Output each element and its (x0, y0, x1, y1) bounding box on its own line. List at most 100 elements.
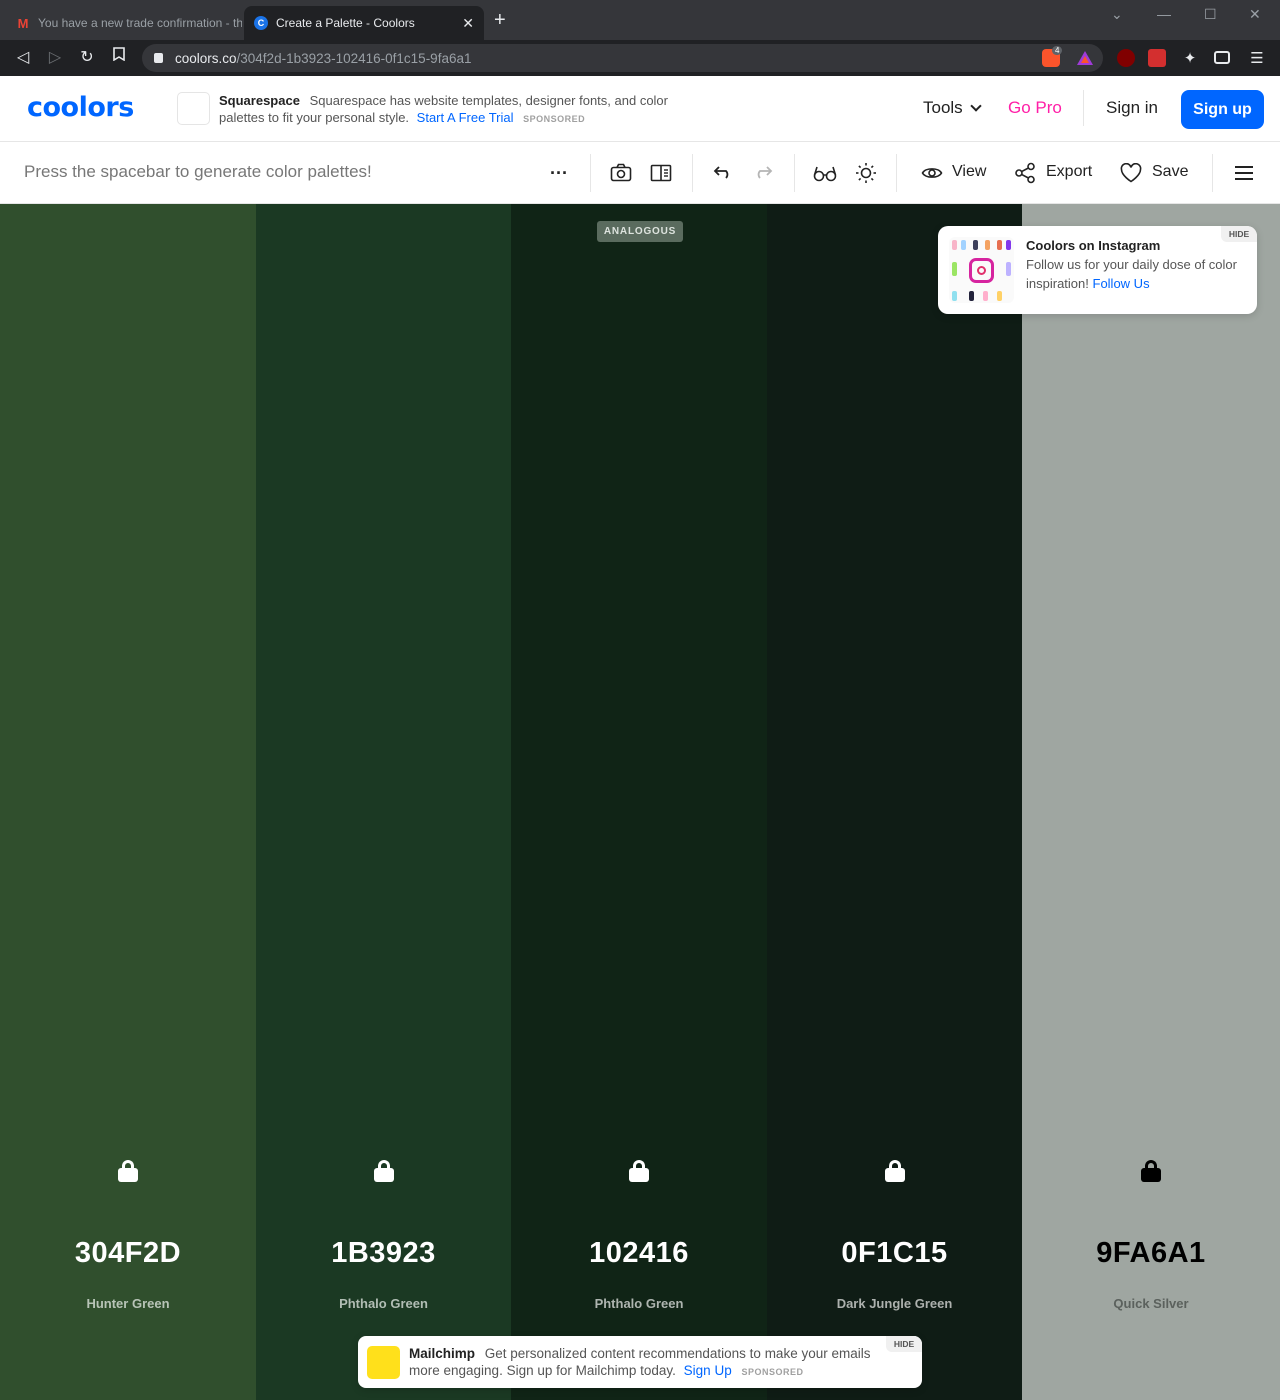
browser-address-bar: ◁ ▷ ↻ coolors.co/304f2d-1b3923-102416-0f… (0, 40, 1280, 76)
compare-view-icon[interactable] (649, 161, 673, 185)
go-pro-link[interactable]: Go Pro (1008, 98, 1062, 118)
toolbar-divider (692, 154, 693, 192)
mailchimp-logo (367, 1346, 400, 1379)
color-palette: 304F2D Hunter Green 1B3923 Phthalo Green 102… (0, 204, 1280, 1400)
undo-icon[interactable] (711, 161, 735, 185)
url-host: coolors.co (175, 50, 237, 66)
spacebar-hint: Press the spacebar to generate color pal… (24, 162, 372, 181)
view-button[interactable]: View (952, 163, 986, 181)
tools-menu[interactable]: Tools (923, 98, 982, 118)
instagram-card-title: Coolors on Instagram (1026, 238, 1161, 253)
chevron-down-icon (970, 99, 982, 112)
adjust-brightness-icon[interactable] (854, 161, 878, 185)
mailchimp-sign-up-link[interactable]: Sign Up (684, 1363, 732, 1378)
hamburger-menu-icon[interactable] (1232, 161, 1256, 185)
reload-icon[interactable]: ↻ (77, 47, 97, 67)
color-hex-code[interactable]: 102416 (511, 1237, 767, 1270)
url-path: /304f2d-1b3923-102416-0f1c15-9fa6a1 (236, 50, 472, 66)
follow-us-link[interactable]: Follow Us (1093, 276, 1150, 291)
tab-title: You have a new trade confirmation - th (38, 16, 242, 30)
harmony-badge: ANALOGOUS (597, 221, 683, 242)
close-tab-icon[interactable]: ✕ (462, 15, 474, 32)
color-name: Phthalo Green (339, 1296, 428, 1311)
color-swatch[interactable]: 0F1C15 Dark Jungle Green (767, 204, 1022, 1400)
hide-mailchimp-button[interactable]: HIDE (886, 1336, 922, 1352)
coolors-favicon: C (254, 16, 268, 30)
generator-toolbar: Press the spacebar to generate color pal… (0, 142, 1280, 204)
color-swatch[interactable]: 304F2D Hunter Green (0, 204, 256, 1400)
brave-shields-icon[interactable]: 4 (1042, 46, 1063, 67)
color-hex-code[interactable]: 0F1C15 (767, 1237, 1022, 1270)
mailchimp-brand: Mailchimp (409, 1346, 476, 1361)
coolors-logo[interactable]: coolors (27, 92, 134, 123)
color-name: Hunter Green (86, 1296, 170, 1311)
toolbar-divider (590, 154, 591, 192)
more-options-icon[interactable]: ··· (547, 161, 571, 185)
browser-tab-bar: M You have a new trade confirmation - th… (0, 0, 1280, 40)
heart-icon[interactable] (1119, 161, 1143, 185)
share-export-icon[interactable] (1013, 161, 1037, 185)
sign-up-button[interactable]: Sign up (1181, 90, 1264, 129)
color-hex-code[interactable]: 304F2D (0, 1237, 256, 1270)
color-hex-code[interactable]: 1B3923 (256, 1237, 511, 1270)
tab-search-icon[interactable]: ⌄ (1111, 6, 1123, 23)
tab-gmail[interactable]: M You have a new trade confirmation - th (8, 6, 242, 40)
color-blindness-glasses-icon[interactable] (813, 161, 837, 185)
site-header: coolors Squarespace Squarespace has webs… (0, 76, 1280, 142)
color-swatch[interactable]: 9FA6A1 Quick Silver (1022, 204, 1280, 1400)
bookmark-icon[interactable] (109, 47, 129, 66)
tab-title: Create a Palette - Coolors (276, 16, 415, 30)
color-swatch[interactable]: 102416 Phthalo Green (511, 204, 767, 1400)
browser-menu-icon[interactable]: ☰ (1248, 49, 1266, 67)
tab-coolors[interactable]: C Create a Palette - Coolors ✕ (244, 6, 484, 40)
lock-icon[interactable] (884, 1160, 905, 1182)
extensions-puzzle-icon[interactable]: ✦ (1181, 49, 1199, 67)
squarespace-ad-logo[interactable] (177, 92, 210, 125)
lock-icon (154, 53, 163, 63)
redo-icon[interactable] (751, 161, 775, 185)
instagram-icon (969, 258, 994, 283)
save-button[interactable]: Save (1152, 163, 1188, 181)
lock-icon[interactable] (118, 1160, 138, 1182)
minimize-icon[interactable]: — (1157, 6, 1171, 22)
color-name: Quick Silver (1113, 1296, 1189, 1311)
new-tab-button[interactable]: + (494, 10, 506, 30)
instagram-card-text: Follow us for your daily dose of color i… (1026, 255, 1246, 293)
color-name: Dark Jungle Green (836, 1296, 953, 1311)
ad-link[interactable]: Start A Free Trial (417, 110, 514, 125)
ublock-icon[interactable] (1117, 49, 1135, 67)
wallet-icon[interactable] (1214, 51, 1230, 64)
lastpass-icon[interactable] (1148, 49, 1166, 67)
maximize-icon[interactable]: ☐ (1204, 6, 1217, 23)
url-field[interactable]: coolors.co/304f2d-1b3923-102416-0f1c15-9… (142, 44, 1103, 72)
export-button[interactable]: Export (1046, 163, 1092, 181)
forward-icon[interactable]: ▷ (45, 47, 65, 67)
toolbar-divider (1212, 154, 1213, 192)
back-icon[interactable]: ◁ (13, 47, 33, 67)
ad-sponsored-label: SPONSORED (523, 114, 586, 124)
color-swatch[interactable]: 1B3923 Phthalo Green (256, 204, 511, 1400)
color-name: Phthalo Green (594, 1296, 684, 1311)
mailchimp-ad-text: Mailchimp Get personalized content recom… (409, 1345, 879, 1381)
lock-icon[interactable] (373, 1160, 394, 1182)
toolbar-divider (896, 154, 897, 192)
lock-icon[interactable] (1141, 1160, 1161, 1182)
toolbar-divider (794, 154, 795, 192)
instagram-thumbnail (949, 237, 1014, 303)
mailchimp-sponsored-label: SPONSORED (741, 1367, 804, 1377)
sign-in-link[interactable]: Sign in (1106, 98, 1158, 118)
ad-brand: Squarespace (219, 93, 300, 108)
gmail-icon: M (17, 15, 29, 31)
mailchimp-ad[interactable]: Mailchimp Get personalized content recom… (358, 1336, 922, 1388)
eye-icon[interactable] (920, 161, 944, 185)
close-window-icon[interactable]: ✕ (1249, 6, 1261, 23)
brave-rewards-icon[interactable] (1076, 49, 1094, 67)
color-hex-code[interactable]: 9FA6A1 (1022, 1237, 1280, 1270)
header-divider (1083, 90, 1084, 126)
instagram-promo-card[interactable]: Coolors on Instagram Follow us for your … (938, 226, 1257, 314)
tools-label: Tools (923, 98, 963, 117)
lock-icon[interactable] (629, 1160, 649, 1182)
hide-instagram-button[interactable]: HIDE (1221, 226, 1257, 242)
squarespace-ad[interactable]: Squarespace Squarespace has website temp… (219, 92, 689, 128)
camera-icon[interactable] (609, 161, 633, 185)
